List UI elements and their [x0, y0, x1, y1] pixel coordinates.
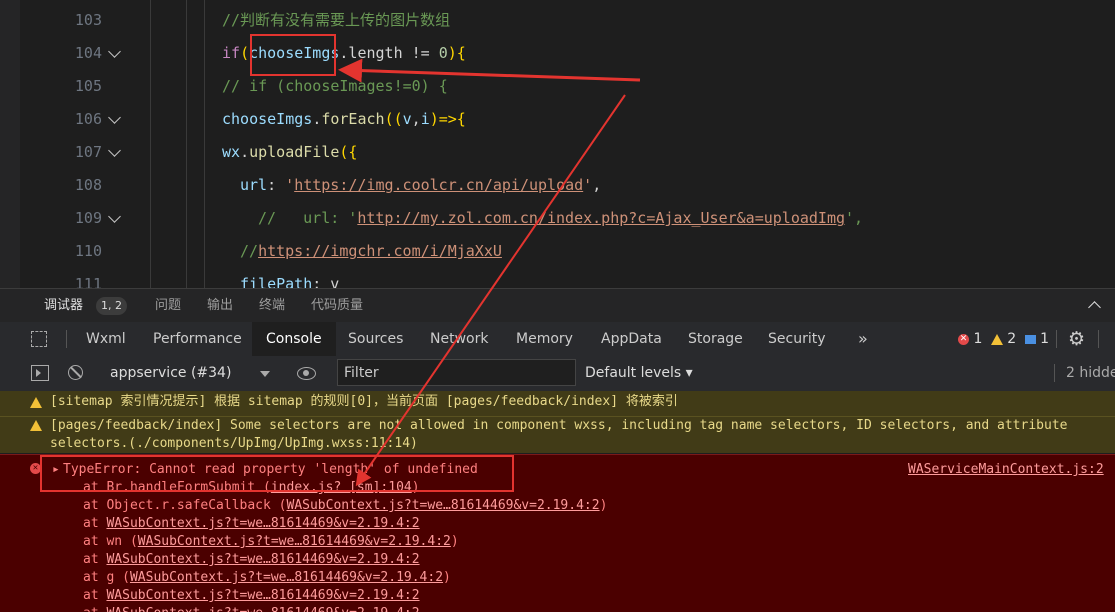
annotation-arrows	[338, 58, 641, 487]
arrow-to-code	[338, 58, 641, 83]
arrow-to-error	[355, 94, 626, 487]
